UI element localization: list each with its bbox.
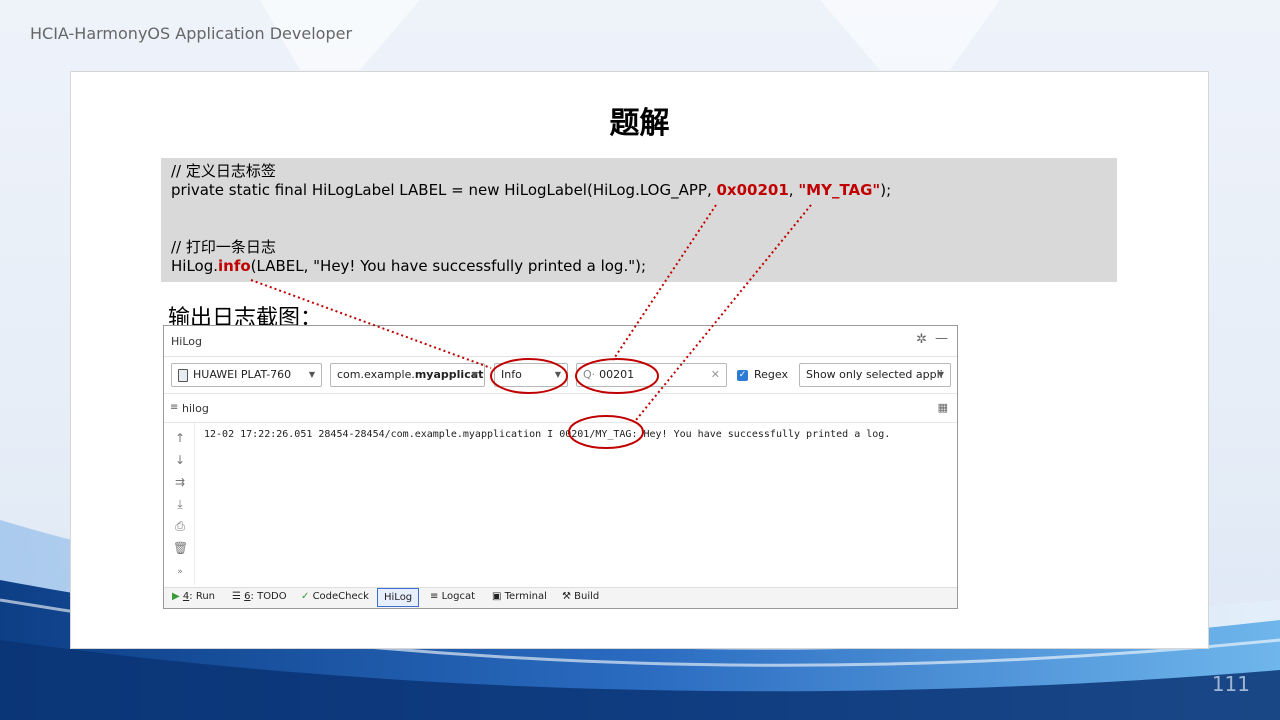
tab-logcat-label: Logcat bbox=[441, 591, 475, 602]
soft-wrap-icon[interactable]: ⇉ bbox=[173, 475, 187, 489]
search-input[interactable]: Q· 00201 ✕ bbox=[576, 363, 727, 387]
chevron-down-icon: ▼ bbox=[554, 370, 561, 379]
hilog-window-title: HiLog bbox=[171, 335, 202, 348]
tab-terminal-label: Terminal bbox=[504, 591, 547, 602]
code-text: (LABEL, "Hey! You have successfully prin… bbox=[250, 257, 647, 275]
package-prefix: com.example. bbox=[337, 368, 415, 381]
tab-codecheck-label: CodeCheck bbox=[312, 591, 369, 602]
trash-icon[interactable]: 🗑 bbox=[173, 541, 188, 555]
tab-codecheck[interactable]: ✓ CodeCheck bbox=[301, 591, 369, 602]
tool-window-bar: ▶ 4: Run ☰ 6: TODO ✓ CodeCheck HiLog ≡ L… bbox=[164, 587, 957, 608]
app-filter-dropdown[interactable]: Show only selected appli ▼ bbox=[799, 363, 951, 387]
search-input-value: 00201 bbox=[599, 368, 635, 381]
hilog-session-tab-label: hilog bbox=[182, 402, 209, 415]
codecheck-icon: ✓ bbox=[301, 591, 310, 602]
device-icon bbox=[178, 368, 188, 382]
code-text: private static final HiLogLabel LABEL = … bbox=[171, 181, 717, 199]
code-text: ); bbox=[880, 181, 892, 199]
chevron-down-icon: ▼ bbox=[471, 370, 478, 379]
gear-icon[interactable]: ✲ bbox=[916, 332, 927, 347]
hilog-titlebar: HiLog ✲ — bbox=[164, 326, 957, 357]
tab-hilog-label: HiLog bbox=[384, 592, 413, 603]
device-dropdown[interactable]: HUAWEI PLAT-760 ▼ bbox=[171, 363, 322, 387]
tab-todo-label: : TODO bbox=[250, 591, 287, 602]
code-text: HiLog. bbox=[171, 257, 219, 275]
scroll-to-end-icon[interactable]: ⤓ bbox=[173, 497, 187, 511]
log-level-dropdown[interactable]: Info ▼ bbox=[494, 363, 568, 387]
app-filter-value: Show only selected appli bbox=[806, 368, 943, 381]
tab-logcat[interactable]: ≡ Logcat bbox=[430, 591, 475, 602]
run-icon: ▶ bbox=[172, 591, 180, 602]
scroll-up-icon[interactable]: ↑ bbox=[173, 431, 187, 445]
tab-build-label: Build bbox=[574, 591, 600, 602]
regex-label: Regex bbox=[754, 368, 788, 381]
chevron-down-icon: ▼ bbox=[937, 370, 944, 379]
clear-icon[interactable]: ✕ bbox=[711, 364, 720, 386]
code-tag-highlight: "MY_TAG" bbox=[798, 181, 881, 199]
code-method-highlight: info bbox=[218, 257, 251, 275]
hammer-icon: ⚒ bbox=[562, 591, 571, 602]
hilog-window: HiLog ✲ — HUAWEI PLAT-760 ▼ com.example.… bbox=[163, 325, 958, 609]
code-domain-highlight: 0x00201 bbox=[716, 181, 789, 199]
tab-run-label: : Run bbox=[189, 591, 215, 602]
log-side-toolbar: ↑ ↓ ⇉ ⤓ ⎙ 🗑 » bbox=[164, 423, 195, 585]
device-dropdown-value: HUAWEI PLAT-760 bbox=[193, 368, 292, 381]
log-entry: 12-02 17:22:26.051 28454-28454/com.examp… bbox=[204, 429, 891, 440]
terminal-icon: ▣ bbox=[492, 591, 502, 602]
layout-icon[interactable]: ▦ bbox=[938, 401, 948, 414]
lines-icon: ≡ bbox=[430, 591, 439, 602]
code-line-label-declaration: private static final HiLogLabel LABEL = … bbox=[171, 181, 1107, 200]
search-icon: Q· bbox=[583, 368, 596, 381]
chevron-down-icon: ▼ bbox=[308, 370, 315, 379]
presentation-header: HCIA-HarmonyOS Application Developer bbox=[30, 24, 353, 43]
slide-title: 题解 bbox=[609, 106, 670, 141]
more-icon[interactable]: » bbox=[173, 565, 187, 579]
code-comment-print-log: // 打印一条日志 bbox=[171, 238, 276, 256]
log-output-area: ↑ ↓ ⇉ ⤓ ⎙ 🗑 » 12-02 17:22:26.051 28454-2… bbox=[164, 423, 957, 585]
package-dropdown[interactable]: com.example.myapplicat ▼ bbox=[330, 363, 485, 387]
minimize-icon[interactable]: — bbox=[935, 331, 948, 346]
print-icon[interactable]: ⎙ bbox=[173, 519, 187, 533]
tab-hilog[interactable]: HiLog bbox=[377, 588, 420, 607]
page-number: 111 bbox=[1211, 672, 1250, 696]
hilog-session-tab[interactable]: ≡ hilog ▦ bbox=[164, 394, 957, 423]
code-line-print-call: HiLog.info(LABEL, "Hey! You have success… bbox=[171, 257, 1107, 276]
log-level-value: Info bbox=[501, 368, 522, 381]
slide-card: 题解 // 定义日志标签 private static final HiLogL… bbox=[70, 71, 1209, 649]
scroll-down-icon[interactable]: ↓ bbox=[173, 453, 187, 467]
code-comment-define-label: // 定义日志标签 bbox=[171, 162, 276, 180]
tab-build[interactable]: ⚒ Build bbox=[562, 591, 599, 602]
tab-terminal[interactable]: ▣ Terminal bbox=[492, 591, 547, 602]
regex-checkbox[interactable]: ✓ bbox=[737, 370, 748, 381]
code-block: // 定义日志标签 private static final HiLogLabe… bbox=[161, 158, 1117, 282]
tab-todo[interactable]: ☰ 6: TODO bbox=[232, 591, 287, 602]
hilog-filter-toolbar: HUAWEI PLAT-760 ▼ com.example.myapplicat… bbox=[164, 357, 957, 394]
lines-icon: ≡ bbox=[170, 402, 179, 413]
tab-run[interactable]: ▶ 4: Run bbox=[172, 591, 215, 602]
list-icon: ☰ bbox=[232, 591, 241, 602]
code-text: , bbox=[788, 181, 799, 199]
